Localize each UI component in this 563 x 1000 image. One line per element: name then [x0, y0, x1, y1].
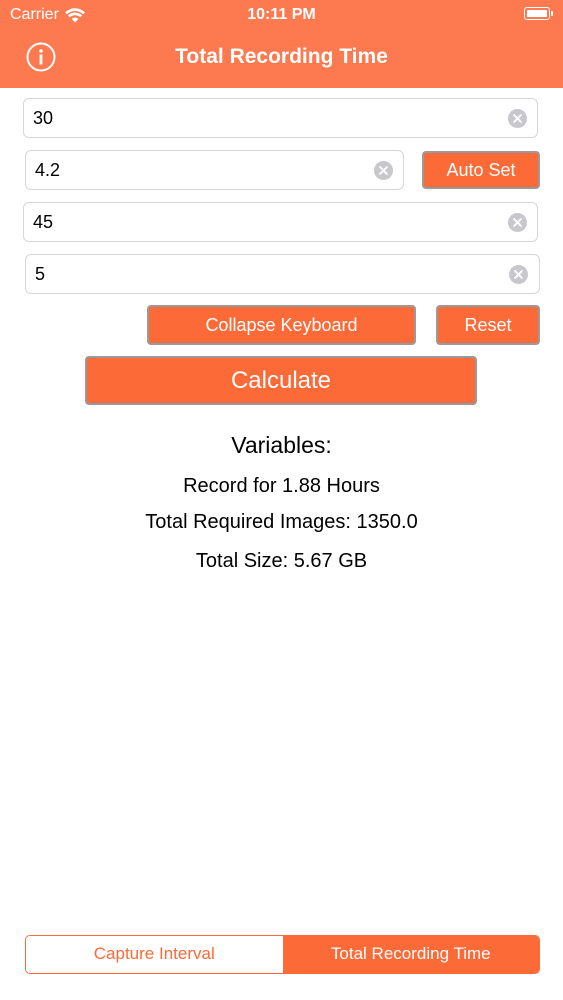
input-field-1[interactable]: [23, 98, 538, 138]
reset-button[interactable]: Reset: [436, 305, 540, 345]
tab-capture-interval[interactable]: Capture Interval: [26, 936, 283, 973]
input-3[interactable]: [33, 203, 493, 241]
input-2[interactable]: [35, 151, 365, 189]
result-images: Total Required Images: 1350.0: [145, 511, 418, 533]
input-4[interactable]: [35, 255, 495, 293]
calculate-button[interactable]: Calculate: [85, 356, 477, 405]
input-field-4[interactable]: [25, 254, 540, 294]
page-title: Total Recording Time: [175, 45, 388, 68]
battery-icon: [524, 7, 553, 20]
result-hours: Record for 1.88 Hours: [183, 475, 380, 497]
input-1[interactable]: [33, 99, 493, 137]
clear-icon[interactable]: [374, 161, 393, 180]
clear-icon[interactable]: [508, 213, 527, 232]
navigation-bar: Carrier 10:11 PM Total Recording Time: [0, 0, 563, 88]
auto-set-button[interactable]: Auto Set: [422, 151, 540, 189]
result-size: Total Size: 5.67 GB: [195, 550, 368, 572]
input-field-2[interactable]: [25, 150, 404, 190]
input-field-3[interactable]: [23, 202, 538, 242]
collapse-keyboard-button[interactable]: Collapse Keyboard: [147, 305, 416, 345]
results-title: Variables:: [231, 432, 332, 458]
mode-segmented-control: Capture Interval Total Recording Time: [25, 935, 540, 974]
clear-icon[interactable]: [509, 265, 528, 284]
tab-total-recording-time[interactable]: Total Recording Time: [282, 936, 539, 973]
status-time: 10:11 PM: [247, 6, 316, 23]
clear-icon[interactable]: [508, 109, 527, 128]
